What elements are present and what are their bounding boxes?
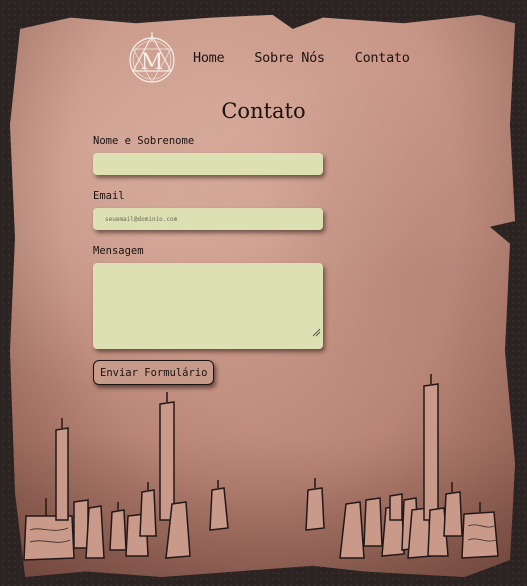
nav-contato[interactable]: Contato (355, 50, 410, 66)
message-label: Mensagem (93, 245, 144, 257)
nav-sobre-nos[interactable]: Sobre Nós (254, 50, 325, 66)
top-navigation: M Home Sobre Nós Contato (127, 30, 410, 86)
contact-form: Nome e Sobrenome Email Mensagem Enviar F… (93, 134, 325, 385)
logo-emblem-icon[interactable]: M (127, 30, 177, 86)
svg-text:M: M (141, 50, 164, 75)
email-label: Email (93, 190, 125, 202)
name-label: Nome e Sobrenome (93, 135, 195, 147)
email-field[interactable] (93, 208, 323, 230)
page-title: Contato (221, 99, 306, 123)
message-field[interactable] (93, 263, 323, 349)
name-field[interactable] (93, 153, 323, 175)
candles-illustration (23, 374, 499, 561)
resize-grip-icon[interactable] (311, 327, 321, 337)
nav-home[interactable]: Home (193, 50, 225, 66)
